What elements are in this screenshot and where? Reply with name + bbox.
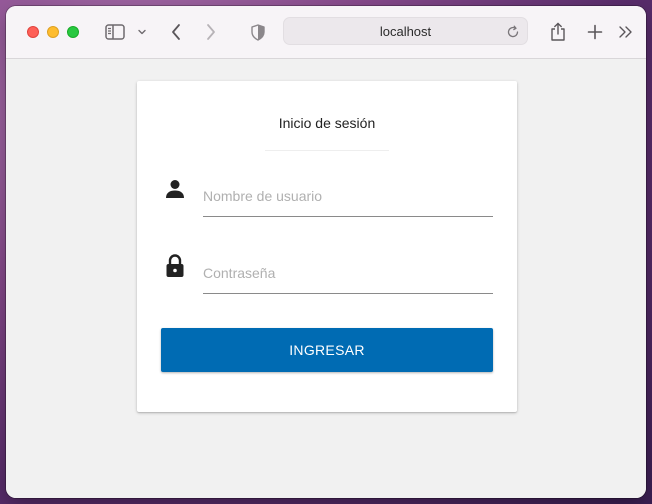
chevron-down-icon[interactable] — [136, 20, 148, 44]
share-icon[interactable] — [549, 20, 567, 44]
user-icon — [165, 179, 185, 201]
username-field — [203, 176, 493, 217]
login-submit-button[interactable]: INGRESAR — [161, 328, 493, 372]
address-bar[interactable]: localhost — [283, 17, 528, 45]
login-title: Inicio de sesión — [278, 115, 376, 131]
browser-window: localhost Inicio de sesión Nombre de usu… — [6, 6, 646, 498]
username-input[interactable] — [203, 176, 493, 216]
chevron-right-icon[interactable] — [203, 20, 219, 44]
title-divider — [265, 150, 389, 151]
page-content: Inicio de sesión IN — [6, 59, 646, 498]
minimize-window-button[interactable] — [47, 26, 59, 38]
password-input[interactable] — [203, 253, 493, 293]
address-text: localhost — [379, 23, 432, 39]
chevron-left-icon[interactable] — [168, 20, 184, 44]
double-chevron-right-icon[interactable] — [617, 20, 635, 44]
login-card: Inicio de sesión IN — [137, 81, 517, 412]
password-field — [203, 253, 493, 294]
lock-icon — [165, 254, 185, 277]
close-window-button[interactable] — [27, 26, 39, 38]
plus-icon[interactable] — [586, 20, 604, 44]
browser-toolbar: localhost — [6, 6, 646, 59]
shield-icon[interactable] — [250, 20, 266, 44]
reload-icon[interactable] — [505, 24, 521, 40]
zoom-window-button[interactable] — [67, 26, 79, 38]
sidebar-toggle-icon[interactable] — [104, 20, 126, 44]
